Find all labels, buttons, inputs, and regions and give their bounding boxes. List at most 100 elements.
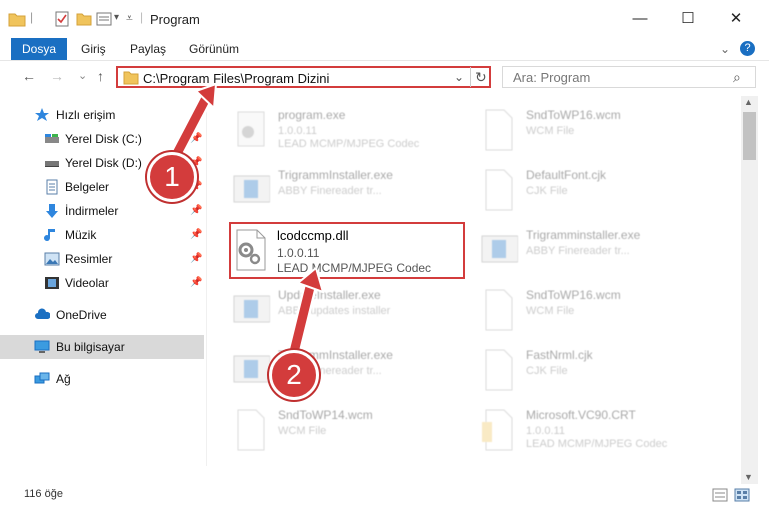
search-input[interactable]: Ara: Program bbox=[513, 70, 590, 85]
folder-doc-icon bbox=[482, 409, 513, 451]
file-description: LEAD MCMP/MJPEG Codec bbox=[277, 261, 432, 275]
sidebar-item-local-disk-c[interactable]: Yerel Disk (C:) 📌 bbox=[0, 127, 204, 151]
file-detail: WCM File bbox=[526, 125, 575, 137]
help-icon[interactable]: ? bbox=[740, 41, 755, 56]
address-path[interactable]: C:\Program Files\Program Dizini bbox=[143, 71, 329, 86]
tab-file[interactable]: Dosya bbox=[11, 38, 67, 60]
sidebar-item-quick-access[interactable]: Hızlı erişim bbox=[0, 103, 204, 127]
sidebar-item-label: İndirmeler bbox=[65, 204, 119, 218]
separator: | bbox=[140, 10, 144, 24]
large-icons-view-icon[interactable] bbox=[734, 488, 750, 502]
tab-view[interactable]: Görünüm bbox=[189, 38, 239, 60]
file-item[interactable]: FastNrml.cjk CJK File bbox=[480, 344, 720, 400]
file-item[interactable]: SndToWP14.wcm WCM File bbox=[232, 404, 472, 460]
scroll-thumb[interactable] bbox=[743, 112, 756, 160]
document-icon bbox=[485, 349, 513, 391]
forward-button[interactable]: → bbox=[50, 68, 64, 84]
address-dropdown-icon[interactable]: ⌄ bbox=[454, 70, 464, 84]
search-box[interactable]: Ara: Program ⌕ bbox=[502, 66, 756, 88]
back-button[interactable]: ← bbox=[22, 68, 36, 84]
drive-icon bbox=[45, 134, 59, 143]
cloud-icon bbox=[35, 308, 50, 319]
installer-icon bbox=[233, 355, 270, 383]
installer-icon bbox=[481, 235, 518, 263]
sidebar-item-label: Yerel Disk (D:) bbox=[65, 156, 142, 170]
properties-icon[interactable] bbox=[54, 11, 70, 27]
file-detail: ABBY Finereader tr... bbox=[526, 245, 630, 257]
file-detail: 1.0.0.11 bbox=[278, 125, 317, 137]
pin-icon[interactable]: 📌 bbox=[190, 253, 202, 264]
sidebar-item-music[interactable]: Müzik 📌 bbox=[0, 223, 204, 247]
pin-icon[interactable]: 📌 bbox=[190, 229, 202, 240]
file-detail: CJK File bbox=[526, 365, 568, 377]
separator: | bbox=[30, 10, 34, 24]
film-icon bbox=[45, 277, 59, 289]
details-view-icon[interactable] bbox=[712, 488, 728, 502]
file-detail: CJK File bbox=[526, 185, 568, 197]
file-name: program.exe bbox=[278, 108, 346, 122]
ribbon-tabs: Dosya Giriş Paylaş Görünüm ⌄ ? bbox=[0, 38, 769, 61]
sidebar-item-videos[interactable]: Videolar 📌 bbox=[0, 271, 204, 295]
file-detail: 1.0.0.11 bbox=[526, 425, 565, 437]
address-bar[interactable]: C:\Program Files\Program Dizini ⌄ ↻ bbox=[116, 66, 491, 88]
file-name: Microsoft.VC90.CRT bbox=[526, 408, 636, 422]
tab-share[interactable]: Paylaş bbox=[130, 38, 166, 60]
sidebar-item-label: OneDrive bbox=[56, 308, 107, 322]
file-name: SndToWP14.wcm bbox=[278, 408, 373, 422]
ribbon-collapse-icon[interactable]: ⌄ bbox=[720, 38, 730, 60]
sidebar-item-downloads[interactable]: İndirmeler 📌 bbox=[0, 199, 204, 223]
file-item[interactable]: TrigrammInstaller.exe ABBY Finereader tr… bbox=[232, 164, 472, 220]
sidebar-item-network[interactable]: Ağ bbox=[0, 367, 204, 391]
file-item[interactable]: SndToWP16.wcm WCM File bbox=[480, 284, 720, 340]
dll-gear-icon bbox=[236, 229, 266, 271]
highlighted-file-lcodccmp[interactable]: lcodccmp.dll 1.0.0.11 LEAD MCMP/MJPEG Co… bbox=[229, 222, 465, 279]
sidebar-item-this-pc[interactable]: Bu bilgisayar bbox=[0, 335, 204, 359]
file-item[interactable]: TrigrammInstaller.exe ABBY Finereader tr… bbox=[232, 344, 472, 400]
refresh-button[interactable]: ↻ bbox=[475, 69, 487, 86]
file-item[interactable]: UpdateInstaller.exe ABBY updates install… bbox=[232, 284, 472, 340]
document-icon bbox=[485, 109, 513, 151]
exe-gear-icon bbox=[237, 111, 265, 147]
music-note-icon bbox=[44, 229, 55, 242]
network-icon bbox=[34, 372, 50, 384]
pin-icon[interactable]: 📌 bbox=[190, 277, 202, 288]
separator bbox=[470, 67, 471, 87]
recent-locations-dropdown-icon[interactable]: ⌄ bbox=[78, 69, 87, 82]
maximize-button[interactable]: ☐ bbox=[668, 6, 708, 32]
scroll-down-icon[interactable]: ▼ bbox=[744, 472, 753, 482]
file-name: DefaultFont.cjk bbox=[526, 168, 607, 182]
quick-access-toolbar-dropdown-icon[interactable]: ⩡ bbox=[126, 11, 133, 26]
chevron-down-icon[interactable]: ▾ bbox=[114, 12, 119, 23]
pictures-icon bbox=[44, 252, 60, 266]
file-name: Trigramminstaller.exe bbox=[526, 228, 641, 242]
scroll-up-icon[interactable]: ▲ bbox=[744, 97, 753, 107]
up-button[interactable]: ↑ bbox=[97, 68, 104, 84]
close-button[interactable]: ✕ bbox=[716, 6, 756, 32]
file-item[interactable]: Trigramminstaller.exe ABBY Finereader tr… bbox=[480, 224, 720, 280]
step-callout-1: 1 bbox=[147, 152, 197, 202]
installer-icon bbox=[233, 175, 270, 203]
file-detail: LEAD MCMP/MJPEG Codec bbox=[278, 138, 420, 150]
sidebar-item-onedrive[interactable]: OneDrive bbox=[0, 303, 204, 327]
installer-icon bbox=[233, 295, 270, 323]
pin-icon[interactable]: 📌 bbox=[190, 205, 202, 216]
file-item[interactable]: SndToWP16.wcm WCM File bbox=[480, 104, 720, 160]
title-bar: | ▾ ⩡ | Program — ☐ ✕ bbox=[0, 0, 769, 38]
file-detail: WCM File bbox=[526, 305, 575, 317]
file-name: SndToWP16.wcm bbox=[526, 108, 621, 122]
tab-home[interactable]: Giriş bbox=[81, 38, 106, 60]
file-item[interactable]: DefaultFont.cjk CJK File bbox=[480, 164, 720, 220]
file-name: lcodccmp.dll bbox=[277, 228, 349, 243]
new-folder-icon[interactable] bbox=[76, 11, 92, 27]
customize-icon[interactable] bbox=[96, 11, 112, 27]
pin-icon[interactable]: 📌 bbox=[190, 133, 202, 144]
file-item[interactable]: Microsoft.VC90.CRT 1.0.0.11 LEAD MCMP/MJ… bbox=[480, 404, 720, 460]
file-detail: LEAD MCMP/MJPEG Codec bbox=[526, 438, 668, 450]
file-detail: ABBY updates installer bbox=[278, 305, 391, 317]
file-detail: ABBY Finereader tr... bbox=[278, 185, 382, 197]
search-icon[interactable]: ⌕ bbox=[733, 69, 741, 86]
minimize-button[interactable]: — bbox=[620, 6, 660, 32]
sidebar-item-pictures[interactable]: Resimler 📌 bbox=[0, 247, 204, 271]
item-count: 116 öğe bbox=[24, 488, 63, 500]
file-item[interactable]: program.exe 1.0.0.11 LEAD MCMP/MJPEG Cod… bbox=[232, 104, 472, 160]
